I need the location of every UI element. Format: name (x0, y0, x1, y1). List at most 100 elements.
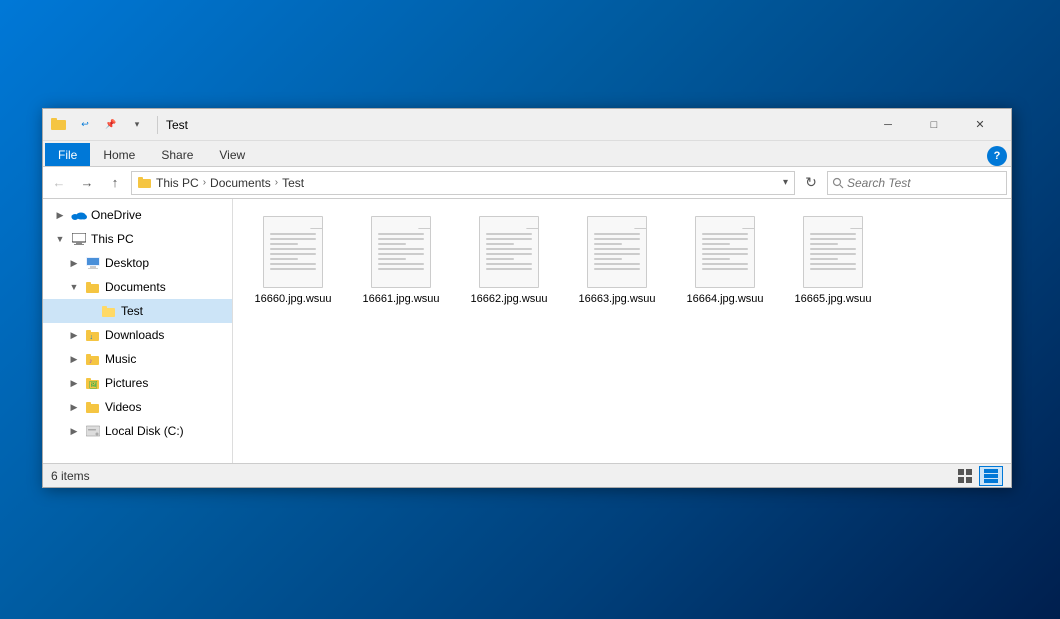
expand-icon-desktop: ▶ (67, 256, 81, 270)
file-item[interactable]: 16661.jpg.wsuu (351, 209, 451, 313)
expand-icon-onedrive: ▶ (53, 208, 67, 222)
sidebar-label-music: Music (105, 352, 136, 366)
file-item[interactable]: 16665.jpg.wsuu (783, 209, 883, 313)
test-folder-icon (101, 303, 117, 319)
view-large-icons-btn[interactable] (953, 466, 977, 486)
file-item[interactable]: 16662.jpg.wsuu (459, 209, 559, 313)
sidebar-item-this-pc[interactable]: ▼ This PC (43, 227, 232, 251)
sidebar-item-documents[interactable]: ▼ Documents (43, 275, 232, 299)
window-title: Test (166, 118, 865, 132)
sidebar-label-pictures: Pictures (105, 376, 148, 390)
sidebar-item-local-disk[interactable]: ▶ Local Disk (C:) (43, 419, 232, 443)
pictures-icon: 🖼 (85, 375, 101, 391)
file-name: 16665.jpg.wsuu (794, 292, 871, 306)
sidebar-item-music[interactable]: ▶ ♪ Music (43, 347, 232, 371)
sidebar-item-test[interactable]: Test (43, 299, 232, 323)
file-name: 16660.jpg.wsuu (254, 292, 331, 306)
tab-view[interactable]: View (206, 143, 258, 166)
path-dropdown-arrow[interactable]: ▾ (783, 177, 788, 188)
sidebar-label-desktop: Desktop (105, 256, 149, 270)
file-item[interactable]: 16660.jpg.wsuu (243, 209, 343, 313)
ribbon-tabs: File Home Share View ? (43, 141, 1011, 167)
downloads-icon: ↓ (85, 327, 101, 343)
file-name: 16662.jpg.wsuu (470, 292, 547, 306)
svg-text:↓: ↓ (90, 334, 94, 341)
path-segment-pc[interactable]: This PC (156, 176, 199, 190)
sidebar-item-videos[interactable]: ▶ Videos (43, 395, 232, 419)
file-doc-icon (263, 216, 323, 288)
main-area: ▶ OneDrive ▼ This PC ▶ Deskto (43, 199, 1011, 463)
search-box[interactable] (827, 171, 1007, 195)
search-input[interactable] (847, 176, 1002, 190)
file-doc-icon (371, 216, 431, 288)
sidebar-label-local-disk: Local Disk (C:) (105, 424, 184, 438)
sidebar-label-documents: Documents (105, 280, 166, 294)
sidebar-label-videos: Videos (105, 400, 141, 414)
search-icon (832, 177, 844, 189)
back-button[interactable]: ← (47, 171, 71, 195)
file-doc-icon (695, 216, 755, 288)
sidebar-label-this-pc: This PC (91, 232, 134, 246)
up-button[interactable]: ↑ (103, 171, 127, 195)
sidebar: ▶ OneDrive ▼ This PC ▶ Deskto (43, 199, 233, 463)
documents-icon (85, 279, 101, 295)
path-segment-documents[interactable]: Documents (210, 176, 271, 190)
window-controls: ─ □ ✕ (865, 109, 1003, 141)
expand-icon-pictures: ▶ (67, 376, 81, 390)
close-button[interactable]: ✕ (957, 109, 1003, 141)
tab-home[interactable]: Home (90, 143, 148, 166)
address-path[interactable]: This PC › Documents › Test ▾ (131, 171, 795, 195)
maximize-button[interactable]: □ (911, 109, 957, 141)
file-name: 16664.jpg.wsuu (686, 292, 763, 306)
quick-access-folder-icon (51, 117, 67, 133)
path-chevron-1: › (203, 177, 206, 188)
sidebar-label-test: Test (121, 304, 143, 318)
tab-file[interactable]: File (45, 143, 90, 166)
address-bar: ← → ↑ This PC › Documents › Test ▾ ↻ (43, 167, 1011, 199)
expand-icon-test (83, 304, 97, 318)
expand-icon-downloads: ▶ (67, 328, 81, 342)
sidebar-item-desktop[interactable]: ▶ Desktop (43, 251, 232, 275)
onedrive-icon (71, 207, 87, 223)
expand-icon-documents: ▼ (67, 280, 81, 294)
sidebar-label-onedrive: OneDrive (91, 208, 142, 222)
path-chevron-2: › (275, 177, 278, 188)
file-doc-icon (587, 216, 647, 288)
videos-icon (85, 399, 101, 415)
file-item[interactable]: 16663.jpg.wsuu (567, 209, 667, 313)
address-folder-icon (138, 176, 152, 190)
svg-text:♪: ♪ (89, 358, 93, 365)
this-pc-icon (71, 231, 87, 247)
sidebar-item-downloads[interactable]: ▶ ↓ Downloads (43, 323, 232, 347)
quick-pin-btn[interactable]: 📌 (99, 113, 123, 137)
local-disk-icon (85, 423, 101, 439)
music-icon: ♪ (85, 351, 101, 367)
minimize-button[interactable]: ─ (865, 109, 911, 141)
file-item[interactable]: 16664.jpg.wsuu (675, 209, 775, 313)
expand-icon-this-pc: ▼ (53, 232, 67, 246)
path-segment-test[interactable]: Test (282, 176, 304, 190)
desktop-icon (85, 255, 101, 271)
item-count: 6 items (51, 469, 953, 483)
quick-dropdown-btn[interactable]: ▾ (125, 113, 149, 137)
refresh-button[interactable]: ↻ (799, 171, 823, 195)
forward-button[interactable]: → (75, 171, 99, 195)
expand-icon-videos: ▶ (67, 400, 81, 414)
quick-undo-btn[interactable]: ↩ (73, 113, 97, 137)
expand-icon-music: ▶ (67, 352, 81, 366)
file-doc-icon (803, 216, 863, 288)
explorer-window: ↩ 📌 ▾ Test ─ □ ✕ File Home Share View ? … (42, 108, 1012, 488)
file-name: 16661.jpg.wsuu (362, 292, 439, 306)
view-details-btn[interactable] (979, 466, 1003, 486)
svg-text:🖼: 🖼 (89, 380, 98, 389)
help-button[interactable]: ? (987, 146, 1007, 166)
status-bar: 6 items (43, 463, 1011, 487)
sidebar-item-pictures[interactable]: ▶ 🖼 Pictures (43, 371, 232, 395)
sidebar-label-downloads: Downloads (105, 328, 164, 342)
file-doc-icon (479, 216, 539, 288)
view-buttons (953, 466, 1003, 486)
file-name: 16663.jpg.wsuu (578, 292, 655, 306)
sidebar-item-onedrive[interactable]: ▶ OneDrive (43, 203, 232, 227)
tab-share[interactable]: Share (148, 143, 206, 166)
file-view: 16660.jpg.wsuu 16661.jpg.wsuu 16662.jpg.ws… (233, 199, 1011, 463)
